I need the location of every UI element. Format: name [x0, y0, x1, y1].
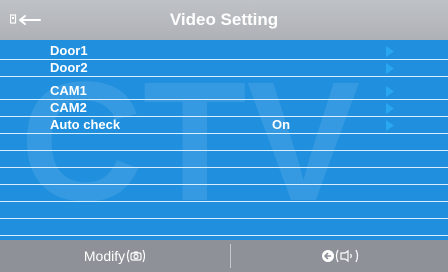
empty-row: [0, 185, 448, 202]
back-icon: [321, 250, 334, 262]
list-item-cam1[interactable]: CAM1: [0, 83, 448, 100]
list-item-cam2[interactable]: CAM2: [0, 100, 448, 117]
row-divider: [0, 76, 448, 77]
footer-bar: Modify: [0, 240, 448, 272]
list-item-door1[interactable]: Door1: [0, 43, 448, 60]
page-title: Video Setting: [169, 10, 279, 29]
modify-label: Modify: [83, 248, 126, 264]
back-button[interactable]: [231, 240, 448, 272]
item-label: Auto check: [50, 117, 121, 132]
chevron-right-icon: [386, 63, 394, 74]
chevron-right-icon: [386, 86, 394, 97]
empty-row: [0, 151, 448, 168]
item-label: CAM2: [50, 100, 87, 115]
settings-list: CTV Door1 Door2 CAM1 CAM2 Auto check On: [0, 40, 448, 240]
chevron-right-icon: [386, 120, 394, 131]
title-bar: Video Setting: [0, 0, 448, 40]
empty-row: [0, 134, 448, 151]
list-item-door2[interactable]: Door2: [0, 60, 448, 77]
chevron-right-icon: [386, 103, 394, 114]
list-item-auto-check[interactable]: Auto check On: [0, 117, 448, 134]
item-value: On: [272, 117, 291, 132]
chevron-right-icon: [386, 46, 394, 57]
modify-button[interactable]: Modify: [0, 240, 230, 272]
empty-row: [0, 202, 448, 219]
item-label: CAM1: [50, 83, 87, 98]
talk-key-icon: [335, 249, 358, 263]
video-setting-screen: Video Setting CTV Door1 Door2 CAM1 CAM2: [0, 0, 448, 272]
item-label: Door1: [50, 43, 88, 58]
empty-row: [0, 168, 448, 185]
row-divider: [0, 235, 448, 236]
empty-row: [0, 219, 448, 236]
camera-key-icon: [127, 249, 146, 263]
item-label: Door2: [50, 60, 88, 75]
